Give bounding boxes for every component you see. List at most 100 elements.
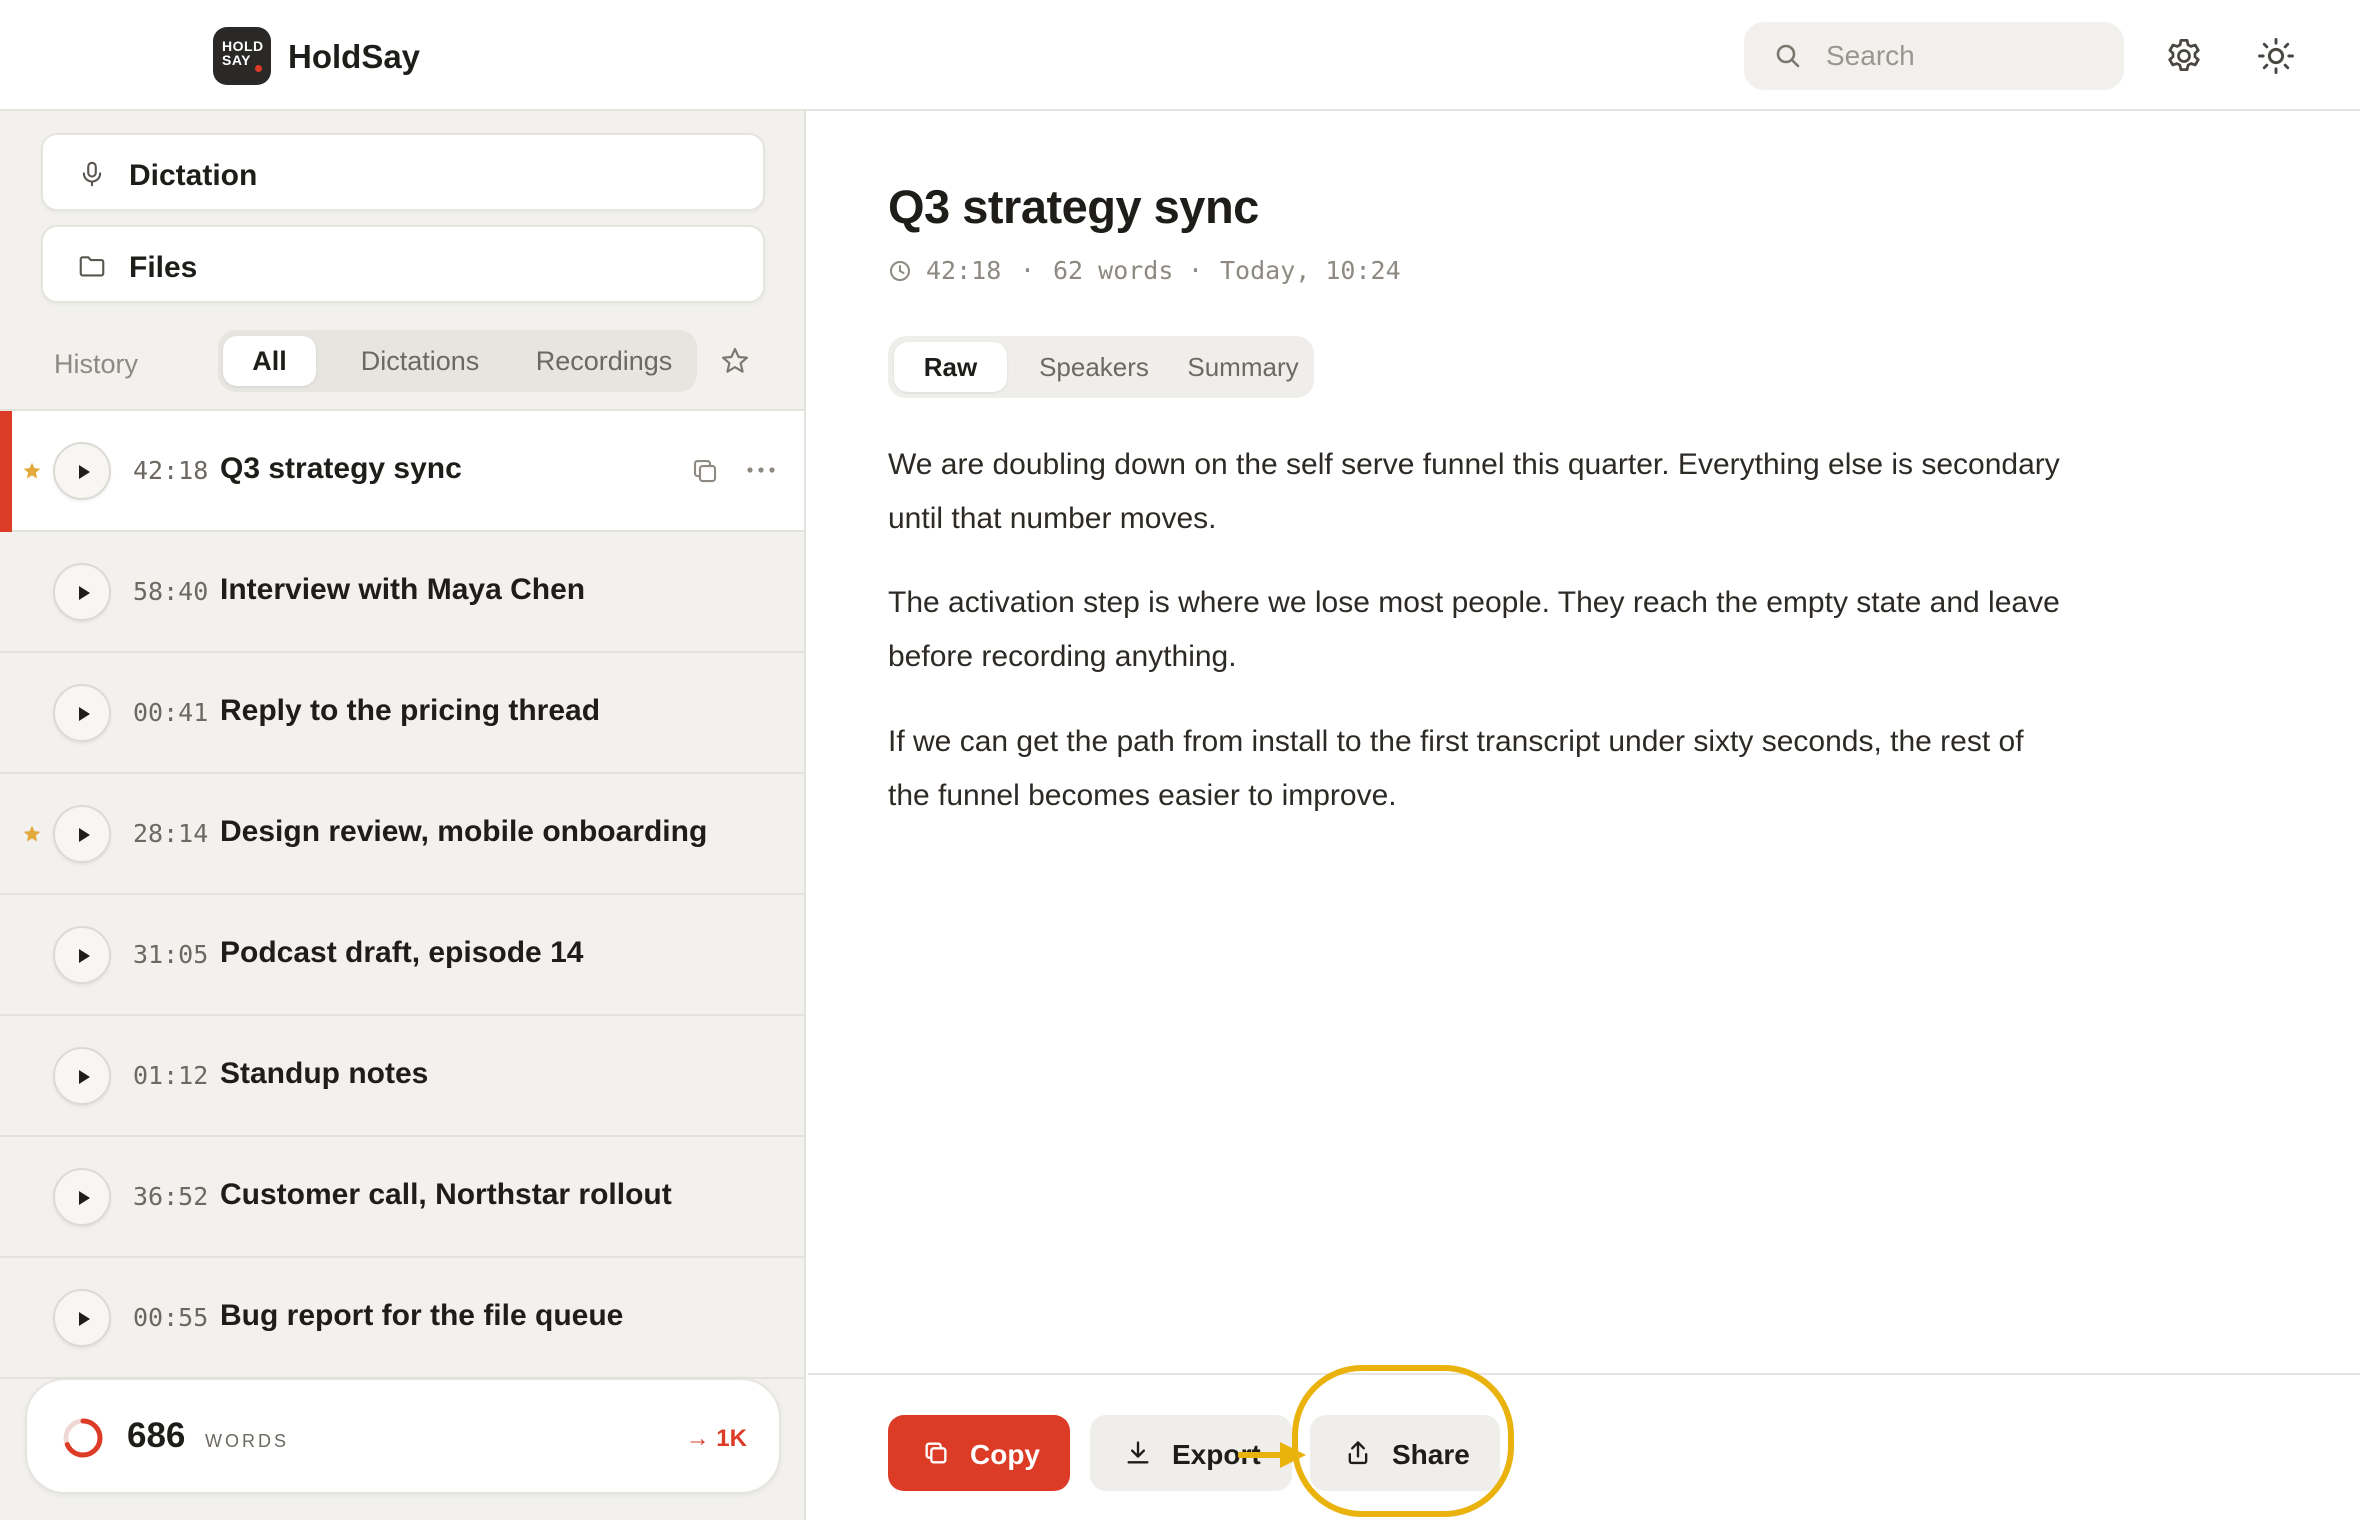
microphone-icon [77, 159, 107, 189]
history-item-title: Design review, mobile onboarding [220, 815, 708, 848]
filter-tab-all[interactable]: All [223, 336, 316, 386]
clock-icon [888, 259, 912, 283]
history-item[interactable]: 36:52 Customer call, Northstar rollout [0, 1137, 804, 1258]
sun-icon [2254, 34, 2298, 78]
filter-tab-recordings[interactable]: Recordings [518, 336, 690, 386]
meta-separator: · [1188, 256, 1204, 285]
tab-speakers[interactable]: Speakers [1014, 342, 1174, 392]
play-icon [79, 707, 90, 721]
history-item-title: Customer call, Northstar rollout [220, 1178, 672, 1211]
history-filter-tabs: All Dictations Recordings [218, 330, 697, 392]
play-button[interactable] [53, 1047, 111, 1105]
history-item-duration: 36:52 [133, 1182, 209, 1211]
transcript-paragraph: The activation step is where we lose mos… [888, 586, 2060, 673]
history-item-title: Podcast draft, episode 14 [220, 936, 584, 969]
transcript-pane: Q3 strategy sync 42:18 · 62 words · Toda… [808, 111, 2360, 1520]
play-icon [79, 1312, 90, 1326]
search-box[interactable] [1744, 22, 2124, 90]
export-button[interactable]: Export [1090, 1415, 1292, 1491]
history-item[interactable]: 01:12 Standup notes [0, 1016, 804, 1137]
history-item[interactable]: 00:55 Bug report for the file queue [0, 1258, 804, 1379]
page-title: Q3 strategy sync [888, 180, 1259, 233]
history-item-duration: 42:18 [133, 456, 209, 485]
more-options-icon[interactable] [746, 466, 776, 474]
action-bar: Copy Export Share [808, 1365, 2360, 1520]
history-item-title: Standup notes [220, 1057, 429, 1090]
play-button[interactable] [53, 805, 111, 863]
history-item-title: Bug report for the file queue [220, 1299, 624, 1332]
folder-icon [77, 251, 107, 281]
share-button-label: Share [1392, 1439, 1470, 1470]
logo-dot [255, 65, 262, 72]
tab-raw[interactable]: Raw [894, 342, 1007, 392]
play-button[interactable] [53, 1289, 111, 1347]
history-item-duration: 28:14 [133, 819, 209, 848]
word-counter: 686 WORDS → 1K [25, 1378, 781, 1494]
nav-dictation[interactable]: Dictation [41, 133, 765, 211]
settings-button[interactable] [2162, 34, 2206, 78]
meta-separator: · [1020, 256, 1036, 285]
top-bar: HOLD SAY HoldSay [0, 0, 2360, 111]
starred-filter-button[interactable] [719, 345, 751, 377]
star-outline-icon [719, 345, 751, 377]
history-heading: History [54, 349, 139, 379]
transcript-paragraph: If we can get the path from install to t… [888, 725, 2024, 812]
download-icon [1124, 1439, 1152, 1467]
history-item[interactable]: 42:18 Q3 strategy sync [0, 411, 804, 532]
play-icon [79, 1070, 90, 1084]
history-item-duration: 00:55 [133, 1303, 209, 1332]
star-filled-icon[interactable] [22, 824, 42, 844]
nav-files[interactable]: Files [41, 225, 765, 303]
nav-files-label: Files [129, 251, 198, 284]
view-tabs: Raw Speakers Summary [888, 336, 1314, 398]
meta-duration: 42:18 [926, 256, 1002, 285]
play-icon [79, 586, 90, 600]
search-icon [1774, 42, 1802, 70]
share-icon [1344, 1439, 1372, 1467]
history-item[interactable]: 31:05 Podcast draft, episode 14 [0, 895, 804, 1016]
play-button[interactable] [53, 684, 111, 742]
word-goal: → 1K [685, 1425, 747, 1452]
word-count-unit: WORDS [205, 1431, 289, 1451]
export-button-label: Export [1172, 1439, 1261, 1470]
history-item-duration: 01:12 [133, 1061, 209, 1090]
theme-toggle-button[interactable] [2254, 34, 2298, 78]
app-name: HoldSay [288, 38, 421, 75]
share-button[interactable]: Share [1310, 1415, 1500, 1491]
gear-icon [2162, 34, 2206, 78]
play-icon [79, 1191, 90, 1205]
history-item-duration: 31:05 [133, 940, 209, 969]
transcript-paragraph: We are doubling down on the self serve f… [888, 448, 2060, 535]
app-logo: HOLD SAY [213, 27, 271, 85]
meta-word-count: 62 words [1053, 256, 1174, 285]
history-item-duration: 00:41 [133, 698, 209, 727]
filter-tab-dictations[interactable]: Dictations [330, 336, 510, 386]
nav-dictation-label: Dictation [129, 159, 258, 192]
play-icon [79, 828, 90, 842]
star-filled-icon[interactable] [22, 461, 42, 481]
copy-button-label: Copy [970, 1439, 1040, 1470]
search-input[interactable] [1826, 22, 2106, 90]
history-item-duration: 58:40 [133, 577, 209, 606]
play-button[interactable] [53, 442, 111, 500]
history-item[interactable]: 58:40 Interview with Maya Chen [0, 532, 804, 653]
play-button[interactable] [53, 1168, 111, 1226]
history-item[interactable]: 00:41 Reply to the pricing thread [0, 653, 804, 774]
copy-icon [922, 1439, 950, 1467]
copy-button[interactable]: Copy [888, 1415, 1070, 1491]
play-icon [79, 949, 90, 963]
word-count: 686 [127, 1416, 186, 1455]
sidebar: Dictation Files History All Dictations R… [0, 111, 806, 1520]
selected-indicator [0, 411, 12, 532]
play-icon [79, 465, 90, 479]
history-item-title: Interview with Maya Chen [220, 573, 586, 606]
copy-icon[interactable] [690, 456, 720, 486]
tab-summary[interactable]: Summary [1182, 342, 1304, 392]
history-item-title: Q3 strategy sync [220, 452, 462, 485]
play-button[interactable] [53, 563, 111, 621]
history-item-title: Reply to the pricing thread [220, 694, 601, 727]
history-item[interactable]: 28:14 Design review, mobile onboarding [0, 774, 804, 895]
play-button[interactable] [53, 926, 111, 984]
progress-ring [61, 1416, 105, 1460]
meta-timestamp: Today, 10:24 [1220, 256, 1401, 285]
